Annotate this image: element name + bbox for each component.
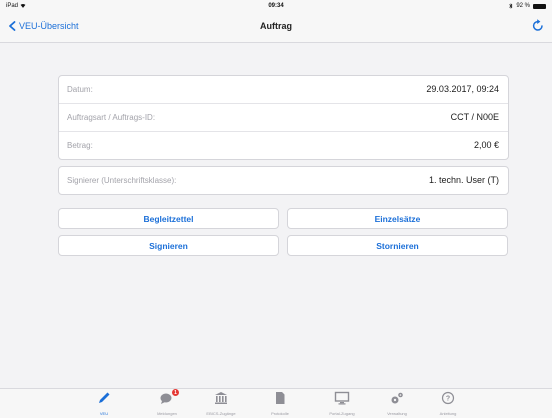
detail-row-amount: Betrag: 2,00 € (59, 131, 508, 159)
battery-percent: 92 % (516, 3, 530, 9)
einzelsaetze-button[interactable]: Einzelsätze (287, 208, 508, 229)
navigation-bar: VEU-Übersicht Auftrag (0, 12, 552, 43)
help-icon: ? (441, 391, 455, 405)
amount-value: 2,00 € (473, 140, 499, 150)
signer-value: 1. techn. User (T) (428, 175, 499, 185)
tab-veu[interactable]: VEU (79, 391, 129, 417)
bank-icon (215, 392, 227, 404)
stornieren-button[interactable]: Stornieren (287, 235, 508, 256)
signer-card: Signierer (Unterschriftsklasse): 1. tech… (58, 166, 509, 195)
monitor-icon (334, 391, 350, 405)
tab-portal-zugang[interactable]: Portal-Zugang (317, 391, 367, 417)
tab-label: Meldungen (157, 411, 177, 416)
status-bar: iPad 09:34 92 % (0, 0, 552, 12)
status-time: 09:34 (268, 3, 284, 9)
page-title: Auftrag (260, 21, 292, 31)
status-right: 92 % (509, 3, 546, 9)
date-value: 29.03.2017, 09:24 (426, 84, 499, 94)
tab-label: Anleitung (439, 411, 457, 416)
refresh-icon[interactable] (532, 19, 544, 32)
signieren-button[interactable]: Signieren (58, 235, 279, 256)
signer-label: Signierer (Unterschriftsklasse): (67, 176, 177, 185)
begleitzettel-button[interactable]: Begleitzettel (58, 208, 279, 229)
messages-icon: 1 (159, 389, 179, 405)
battery-icon (533, 3, 546, 9)
tab-label: VEU (99, 411, 109, 416)
detail-row-order-type: Auftragsart / Auftrags-ID: CCT / N00E (59, 103, 508, 131)
tab-verwaltung[interactable]: Verwaltung (372, 391, 422, 417)
date-label: Datum: (67, 85, 93, 94)
tab-protokolle[interactable]: Protokolle (255, 391, 305, 417)
tab-label: EBICS-Zugänge (206, 411, 236, 416)
pencil-icon (99, 392, 110, 403)
amount-label: Betrag: (67, 141, 93, 150)
bluetooth-icon (509, 3, 513, 9)
order-type-label: Auftragsart / Auftrags-ID: (67, 113, 156, 122)
order-details-card: Datum: 29.03.2017, 09:24 Auftragsart / A… (58, 75, 509, 160)
order-type-value: CCT / N00E (450, 112, 499, 122)
gears-icon (391, 392, 403, 404)
document-icon (276, 392, 285, 404)
tab-anleitung[interactable]: ? Anleitung (423, 391, 473, 417)
svg-text:?: ? (446, 396, 450, 403)
tab-label: Protokolle (271, 411, 289, 416)
tab-label: Verwaltung (387, 411, 407, 416)
tab-meldungen[interactable]: 1 Meldungen (142, 389, 192, 417)
tab-ebics-zugaenge[interactable]: EBICS-Zugänge (196, 391, 246, 417)
tab-label: Portal-Zugang (329, 411, 355, 416)
notification-badge: 1 (172, 389, 179, 396)
signer-row: Signierer (Unterschriftsklasse): 1. tech… (59, 167, 508, 194)
detail-row-date: Datum: 29.03.2017, 09:24 (59, 76, 508, 103)
tab-bar: VEU 1 Meldungen EBICS-Zugänge Protokolle… (0, 388, 552, 418)
